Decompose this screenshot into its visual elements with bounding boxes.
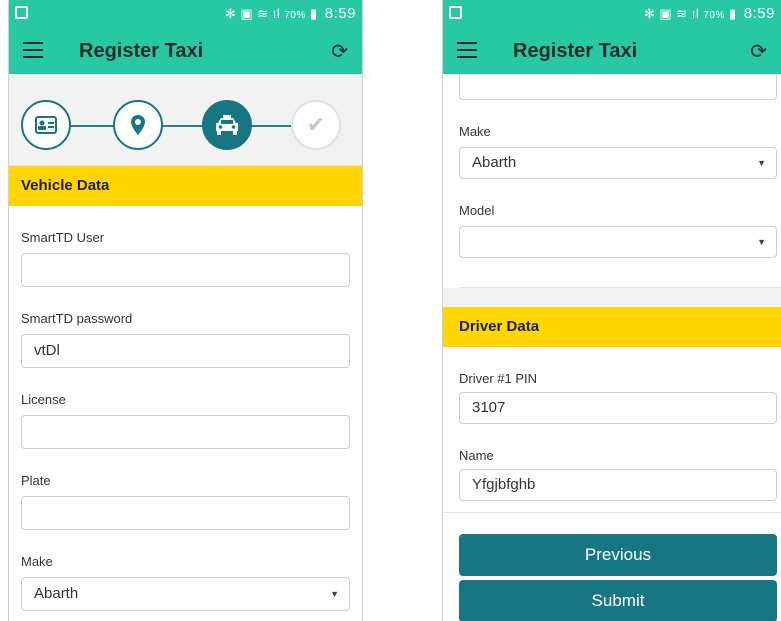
menu-icon[interactable] xyxy=(457,42,477,58)
battery-icon: ▮ xyxy=(729,6,737,21)
driver-pin-input[interactable]: 3107 xyxy=(459,392,777,424)
phone-screen-right: ✻ ▣ ≋ ıl 70% ▮ 8:59 Register Taxi ⟳ Make… xyxy=(442,0,781,621)
previous-button[interactable]: Previous xyxy=(459,534,777,576)
clock: 8:59 xyxy=(743,5,775,22)
page-title: Register Taxi xyxy=(79,40,204,62)
plate-label: Plate xyxy=(21,473,51,488)
smarttd-password-input[interactable]: vtDl xyxy=(21,334,350,368)
app-bar: Register Taxi ⟳ xyxy=(443,28,781,74)
gallery-icon xyxy=(449,6,462,19)
plate-input[interactable] xyxy=(21,496,350,530)
smarttd-password-label: SmartTD password xyxy=(21,311,133,326)
make-select[interactable]: Abarth ▼ xyxy=(21,577,350,611)
check-icon[interactable]: ✔ xyxy=(291,100,341,150)
status-bar: ✻ ▣ ≋ ıl 70% ▮ 8:59 xyxy=(443,0,781,28)
driver-pin-label: Driver #1 PIN xyxy=(459,371,538,386)
dropdown-arrow-icon: ▼ xyxy=(757,237,766,247)
progress-stepper: ✔ xyxy=(9,74,362,166)
app-bar: Register Taxi ⟳ xyxy=(9,28,362,74)
model-select[interactable]: ▼ xyxy=(459,226,777,258)
make-select-value: Abarth xyxy=(472,154,517,171)
driver-form: Driver #1 PIN 3107 Name Yfgjbfghb xyxy=(443,371,781,501)
status-bar: ✻ ▣ ≋ ıl 70% ▮ 8:59 xyxy=(9,0,362,28)
battery-percent: 70% xyxy=(703,10,725,21)
dropdown-arrow-icon: ▼ xyxy=(757,158,766,168)
make-label: Make xyxy=(21,554,53,569)
refresh-icon[interactable]: ⟳ xyxy=(331,39,348,64)
stepper-line xyxy=(49,125,322,127)
submit-button[interactable]: Submit xyxy=(459,580,777,621)
refresh-icon[interactable]: ⟳ xyxy=(750,39,767,64)
dropdown-arrow-icon: ▼ xyxy=(330,589,339,599)
clock: 8:59 xyxy=(324,5,356,22)
name-label: Name xyxy=(459,448,494,463)
vehicle-form-continued: Make Abarth ▼ Model ▼ xyxy=(443,74,781,258)
vehicle-data-header: Vehicle Data xyxy=(9,166,362,206)
make-select-value: Abarth xyxy=(34,585,79,602)
smarttd-user-input[interactable] xyxy=(21,253,350,287)
make-select[interactable]: Abarth ▼ xyxy=(459,147,777,179)
license-input[interactable] xyxy=(21,415,350,449)
taxi-icon[interactable] xyxy=(202,100,252,150)
id-card-icon[interactable] xyxy=(21,100,71,150)
vehicle-form: SmartTD User SmartTD password vtDl Licen… xyxy=(9,230,362,611)
smarttd-user-label: SmartTD User xyxy=(21,230,105,245)
section-gap xyxy=(443,288,781,307)
previous-field-input[interactable] xyxy=(459,74,777,100)
driver-data-header: Driver Data xyxy=(443,307,781,347)
phone-screen-left: ✻ ▣ ≋ ıl 70% ▮ 8:59 Register Taxi ⟳ ✔ Ve… xyxy=(8,0,363,621)
battery-percent: 70% xyxy=(284,10,306,21)
license-label: License xyxy=(21,392,66,407)
signal-icons: ✻ ▣ ≋ ıl xyxy=(224,6,281,21)
make-label: Make xyxy=(459,124,491,139)
name-input[interactable]: Yfgjbfghb xyxy=(459,469,777,501)
model-label: Model xyxy=(459,203,495,218)
form-footer-divider xyxy=(443,512,781,513)
section-divider xyxy=(459,258,781,288)
menu-icon[interactable] xyxy=(23,42,43,58)
signal-icons: ✻ ▣ ≋ ıl xyxy=(643,6,700,21)
page-title: Register Taxi xyxy=(513,40,638,62)
battery-icon: ▮ xyxy=(310,6,318,21)
gallery-icon xyxy=(15,6,28,19)
location-pin-icon[interactable] xyxy=(113,100,163,150)
